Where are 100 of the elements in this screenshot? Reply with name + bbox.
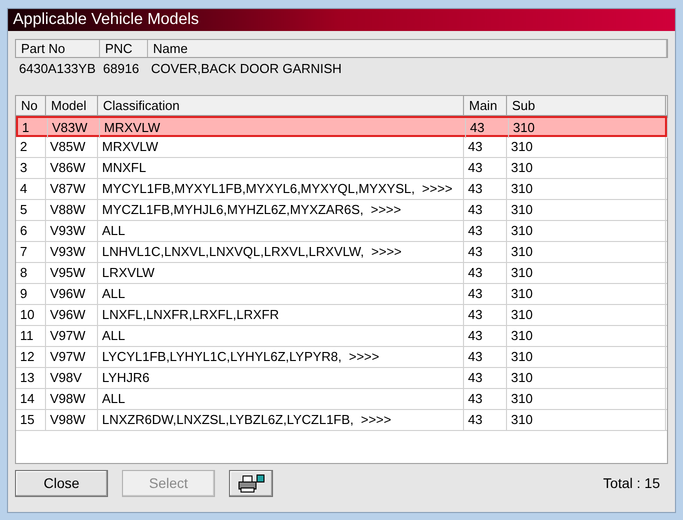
table-row[interactable]: 12 V97W LYCYL1FB,LYHYL1C,LYHYL6Z,LYPYR8, >>>> 43 310: [16, 347, 667, 368]
table-cell-text: 15: [20, 411, 34, 430]
table-cell-text: 43: [468, 306, 482, 324]
table-cell-text: 310: [511, 264, 533, 282]
column-header: Part No: [16, 40, 100, 57]
table-cell-text: 8: [20, 264, 28, 282]
table-cell-text: 43: [468, 138, 482, 156]
table-cell-text: 2: [20, 138, 28, 156]
table-cell-text: ALL: [102, 222, 126, 240]
field-value: COVER,BACK DOOR GARNISH: [150, 60, 343, 78]
column-header[interactable]: Model: [46, 96, 98, 115]
table-cell-text: V93W: [50, 222, 86, 240]
column-header[interactable]: Main: [464, 96, 507, 115]
table-cell-text: LNXFL,LNXFR,LRXFL,LRXFR: [102, 306, 279, 324]
field-value: 68916: [102, 60, 140, 78]
table-cell-text: 310: [511, 369, 533, 388]
table-cell-text: ALL: [102, 390, 126, 408]
table-row[interactable]: 2 V85W MRXVLW 43 310: [16, 137, 667, 158]
table-cell-text: 43: [468, 411, 482, 430]
table-cell-text: 310: [511, 327, 533, 346]
table-cell-text: 310: [511, 201, 533, 220]
table-cell-text: LRXVLW: [102, 264, 154, 282]
table-cell-text: 310: [511, 306, 533, 324]
table-cell-text: V86W: [50, 159, 86, 178]
table-cell-text: 310: [511, 243, 533, 262]
table-cell-text: V87W: [50, 180, 86, 198]
table-cell-text: 7: [20, 243, 28, 262]
table-cell-text: V83W: [52, 119, 88, 137]
table-row[interactable]: 10 V96W LNXFL,LNXFR,LRXFL,LRXFR 43 310: [16, 305, 667, 326]
table-cell-text: MNXFL: [102, 159, 146, 178]
table-cell-text: 310: [511, 222, 533, 240]
table-row[interactable]: 8 V95W LRXVLW 43 310: [16, 263, 667, 284]
table-cell-text: 5: [20, 201, 28, 220]
table-cell-text: 43: [468, 285, 482, 304]
table-cell-text: LNHVL1C,LNXVL,LNXVQL,LRXVL,LRXVLW, >>>>: [102, 243, 402, 262]
table-row[interactable]: 13 V98V LYHJR6 43 310: [16, 368, 667, 389]
table-cell-text: MYCYL1FB,MYXYL1FB,MYXYL6,MYXYQL,MYXYSL, >>>>: [102, 180, 452, 198]
table-cell-text: V85W: [50, 138, 86, 156]
table-cell-text: 310: [511, 138, 533, 156]
table-row[interactable]: 5 V88W MYCZL1FB,MYHJL6,MYHZL6Z,MYXZAR6S, >>>> 43 310: [16, 200, 667, 221]
table-cell-text: V97W: [50, 327, 86, 346]
table-cell-text: 10: [20, 306, 34, 324]
table-cell-text: 43: [468, 264, 482, 282]
table-cell-text: LYCYL1FB,LYHYL1C,LYHYL6Z,LYPYR8, >>>>: [102, 348, 380, 366]
table-cell-text: 310: [511, 159, 533, 178]
table-cell-text: LNXZR6DW,LNXZSL,LYBZL6Z,LYCZL1FB, >>>>: [102, 411, 392, 430]
table-cell-text: V88W: [50, 201, 86, 220]
close-button[interactable]: Close: [15, 470, 108, 497]
table-cell-text: MYCZL1FB,MYHJL6,MYHZL6Z,MYXZAR6S, >>>>: [102, 201, 402, 220]
table-cell-text: LYHJR6: [102, 369, 150, 388]
table-cell-text: 43: [468, 327, 482, 346]
total-count: Total : 15: [603, 474, 661, 493]
table-row[interactable]: 11 V97W ALL 43 310: [16, 326, 667, 347]
table-cell-text: 13: [20, 369, 34, 388]
table-cell-text: V98W: [50, 390, 86, 408]
table-row[interactable]: 15 V98W LNXZR6DW,LNXZSL,LYBZL6Z,LYCZL1FB, >>>> 43 310: [16, 410, 667, 431]
table-cell-text: 43: [468, 243, 482, 262]
column-header[interactable]: Classification: [98, 96, 464, 115]
table-row[interactable]: 3 V86W MNXFL 43 310: [16, 158, 667, 179]
table-cell-text: 43: [468, 180, 482, 198]
window-title: Applicable Vehicle Models: [8, 9, 675, 31]
column-header: PNC: [100, 40, 148, 57]
field-value: 6430A133YB: [18, 60, 97, 78]
table-cell-text: 14: [20, 390, 34, 408]
table-cell-text: 310: [511, 348, 533, 366]
table-cell-text: 3: [20, 159, 28, 178]
table-cell-text: 43: [468, 201, 482, 220]
table-cell-text: 12: [20, 348, 34, 366]
table-cell-text: V98V: [50, 369, 82, 388]
table-row[interactable]: 1 V83W MRXVLW 43 310: [16, 116, 667, 137]
column-header: Name: [148, 40, 667, 57]
print-button[interactable]: [229, 470, 273, 497]
table-cell-text: V96W: [50, 285, 86, 304]
column-header[interactable]: No: [16, 96, 46, 115]
table-cell-text: V93W: [50, 243, 86, 262]
table-cell-text: 6: [20, 222, 28, 240]
table-row[interactable]: 14 V98W ALL 43 310: [16, 389, 667, 410]
table-cell-text: 43: [468, 390, 482, 408]
table-cell-text: V97W: [50, 348, 86, 366]
table-cell-text: 310: [513, 119, 535, 137]
table-cell-text: V96W: [50, 306, 86, 324]
table-row[interactable]: 4 V87W MYCYL1FB,MYXYL1FB,MYXYL6,MYXYQL,MYXYSL, >>>> 43 310: [16, 179, 667, 200]
table-cell-text: 310: [511, 180, 533, 198]
table-cell-text: V98W: [50, 411, 86, 430]
table-cell-text: ALL: [102, 327, 126, 346]
table-cell-text: 43: [470, 119, 484, 137]
table-cell-text: 9: [20, 285, 28, 304]
table-row[interactable]: 7 V93W LNHVL1C,LNXVL,LNXVQL,LRXVL,LRXVLW, >>>> 43 310: [16, 242, 667, 263]
table-cell-text: 1: [22, 119, 30, 137]
table-cell-text: 310: [511, 285, 533, 304]
table-cell-text: 310: [511, 390, 533, 408]
table-cell-text: 11: [20, 327, 34, 346]
table-row[interactable]: 9 V96W ALL 43 310: [16, 284, 667, 305]
table-cell-text: V95W: [50, 264, 86, 282]
table-cell-text: 4: [20, 180, 28, 198]
table-cell-text: 43: [468, 348, 482, 366]
table-cell-text: 43: [468, 222, 482, 240]
table-cell-text: ALL: [102, 285, 126, 304]
column-header[interactable]: Sub: [507, 96, 666, 115]
table-row[interactable]: 6 V93W ALL 43 310: [16, 221, 667, 242]
